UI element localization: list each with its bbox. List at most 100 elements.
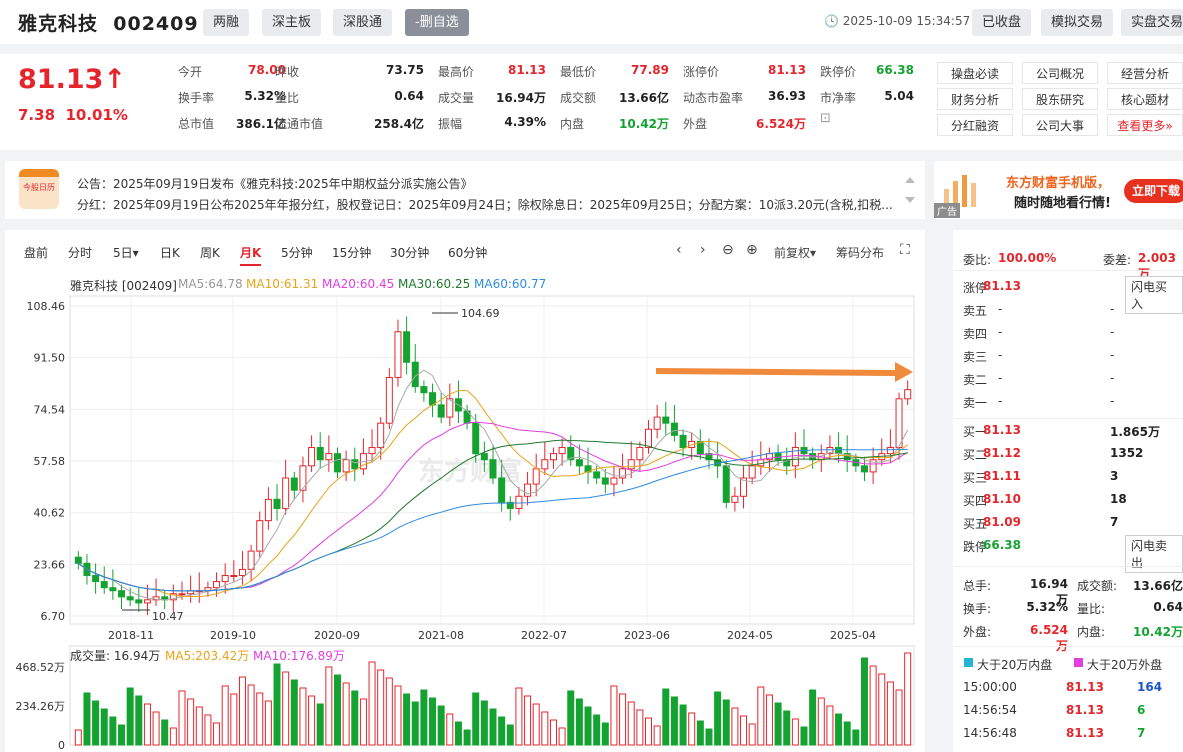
quote-link[interactable]: 公司大事 (1022, 114, 1098, 136)
volume-bar (601, 722, 609, 746)
tab-period[interactable]: 30分钟 (390, 244, 429, 261)
volume-bar (169, 727, 177, 746)
tag-margin[interactable]: 两融 (203, 9, 250, 36)
scroll-down-icon[interactable] (905, 197, 915, 203)
limit-up-value: 81.13 (983, 279, 1021, 293)
quote-link[interactable]: 核心题材 (1107, 88, 1183, 110)
candle-body (731, 495, 739, 503)
kline-chart[interactable]: 108.46 91.50 74.54 57.58 40.62 23.66 6.70 2018-… (0, 290, 925, 752)
quote-label: 内盘 (560, 117, 585, 131)
tab-period[interactable]: 月K (240, 244, 262, 266)
notice-line-announcement[interactable]: 公告：2025年09月19日发布《雅克科技:2025年中期权益分派实施公告》 (77, 175, 473, 192)
clock-icon: 🕓 (824, 14, 839, 28)
remove-watchlist-button[interactable]: -删自选 (405, 9, 469, 36)
volume-bar (688, 712, 696, 746)
sim-trade-button[interactable]: 模拟交易 (1041, 9, 1114, 36)
app-ad-banner[interactable]: 广告 东方财富手机版， 随时随地看行情! 立即下载 (934, 161, 1183, 219)
volume-bar (645, 717, 653, 746)
tab-period[interactable]: 15分钟 (332, 244, 371, 261)
y-tick-label: 108.46 (27, 300, 66, 313)
tab-period[interactable]: 5分钟 (281, 244, 313, 261)
stat-value: 5.32% (1026, 600, 1068, 614)
ma-legend-item: MA60:60.77 (474, 277, 547, 291)
y-tick-label: 91.50 (34, 352, 66, 365)
flash-buy-button[interactable]: 闪电买入 (1125, 276, 1183, 314)
volume-bar (109, 716, 117, 746)
scroll-up-icon[interactable] (905, 177, 915, 183)
quote-link[interactable]: 经营分析 (1107, 62, 1183, 84)
tab-period[interactable]: 周K (200, 244, 220, 261)
quote-link[interactable]: 财务分析 (937, 88, 1013, 110)
divider (953, 566, 1183, 567)
ask-price: - (998, 348, 1003, 362)
candle-body (126, 596, 134, 601)
quote-link[interactable]: 分红融资 (937, 114, 1013, 136)
candle-body (541, 459, 549, 470)
quote-label: 成交额 (560, 91, 597, 105)
chart-tool-3[interactable]: ⊕ (746, 242, 758, 258)
chart-tool-0[interactable]: ‹ (676, 242, 682, 258)
tag-connect[interactable]: 深股通 (333, 9, 393, 36)
ma-legend-item: MA10:61.31 (246, 277, 319, 291)
candle-body (230, 574, 238, 577)
volume-bar (325, 666, 333, 746)
candle-body (532, 468, 540, 485)
flash-sell-button[interactable]: 闪电卖出 (1125, 535, 1183, 573)
stat-value: 13.66亿 (1133, 579, 1183, 593)
y-tick-label: 74.54 (34, 403, 66, 416)
stat-label: 内盘: (1077, 625, 1106, 639)
volume-bar (696, 720, 704, 746)
volume-bar (187, 698, 195, 746)
volume-bar (213, 722, 221, 746)
quote-link[interactable]: 操盘必读 (937, 62, 1013, 84)
tab-period[interactable]: 60分钟 (448, 244, 487, 261)
ad-line1: 东方财富手机版， (1006, 176, 1111, 191)
candle-body (549, 453, 557, 461)
vol-tick-label: 234.26万 (16, 700, 66, 713)
volume-bar (152, 711, 160, 746)
market-closed-button[interactable]: 已收盘 (972, 9, 1032, 36)
quote-value: 6.524万 (756, 117, 806, 131)
chart-tool-1[interactable]: › (700, 242, 706, 258)
quote-value: 10.42万 (619, 117, 669, 131)
volume-bar (722, 699, 730, 746)
volume-bar (394, 685, 402, 746)
volume-bar (506, 724, 514, 746)
candle-body (273, 498, 281, 509)
x-tick-label: 2024-05 (727, 629, 773, 642)
volume-bar (791, 718, 799, 746)
tab-period[interactable]: 5日▾ (113, 244, 139, 261)
stat-label: 成交额: (1077, 579, 1118, 593)
volume-bar (843, 721, 851, 746)
ask-volume: - (1110, 371, 1115, 385)
volume-bar (178, 690, 186, 746)
download-button[interactable]: 立即下载 (1124, 179, 1183, 203)
ask-price: - (998, 302, 1003, 316)
quote-panel: 81.13↑ 7.38 10.01% 今开 78.00 昨收 73.75 最高价 81.1… (0, 54, 1183, 150)
volume-bar (385, 677, 393, 746)
candle-body (74, 556, 82, 564)
chart-tool-6[interactable]: ⛶ (900, 242, 910, 258)
datetime: 🕓 2025-10-09 15:34:57 (824, 14, 971, 28)
real-trade-button[interactable]: 实盘交易 (1121, 9, 1183, 36)
ma-legend-item: MA30:60.25 (398, 277, 471, 291)
tab-period[interactable]: 日K (160, 244, 180, 261)
tab-period[interactable]: 分时 (68, 244, 92, 261)
quote-value: 36.93 (768, 89, 806, 103)
quote-link[interactable]: 查看更多» (1107, 114, 1183, 136)
bid-volume: 1.865万 (1110, 425, 1160, 439)
chart-tool-4[interactable]: 前复权▾ (774, 244, 816, 261)
trade-volume: 164 (1137, 680, 1163, 694)
quote-link[interactable]: 股东研究 (1022, 88, 1098, 110)
tag-board[interactable]: 深主板 (262, 9, 322, 36)
notice-line-dividend[interactable]: 分红：2025年09月19日公布2025年年报分红，股权登记日：2025年09月… (77, 196, 893, 213)
chart-tool-5[interactable]: 筹码分布 (836, 244, 884, 261)
candle-body (135, 599, 143, 604)
copy-icon[interactable]: ⊡ (820, 111, 831, 126)
quote-link[interactable]: 公司概况 (1022, 62, 1098, 84)
candle-body (627, 459, 635, 470)
volume-bar (308, 695, 316, 746)
y-tick-label: 57.58 (34, 455, 66, 468)
tab-period[interactable]: 盘前 (24, 244, 48, 261)
chart-tool-2[interactable]: ⊖ (722, 242, 734, 258)
